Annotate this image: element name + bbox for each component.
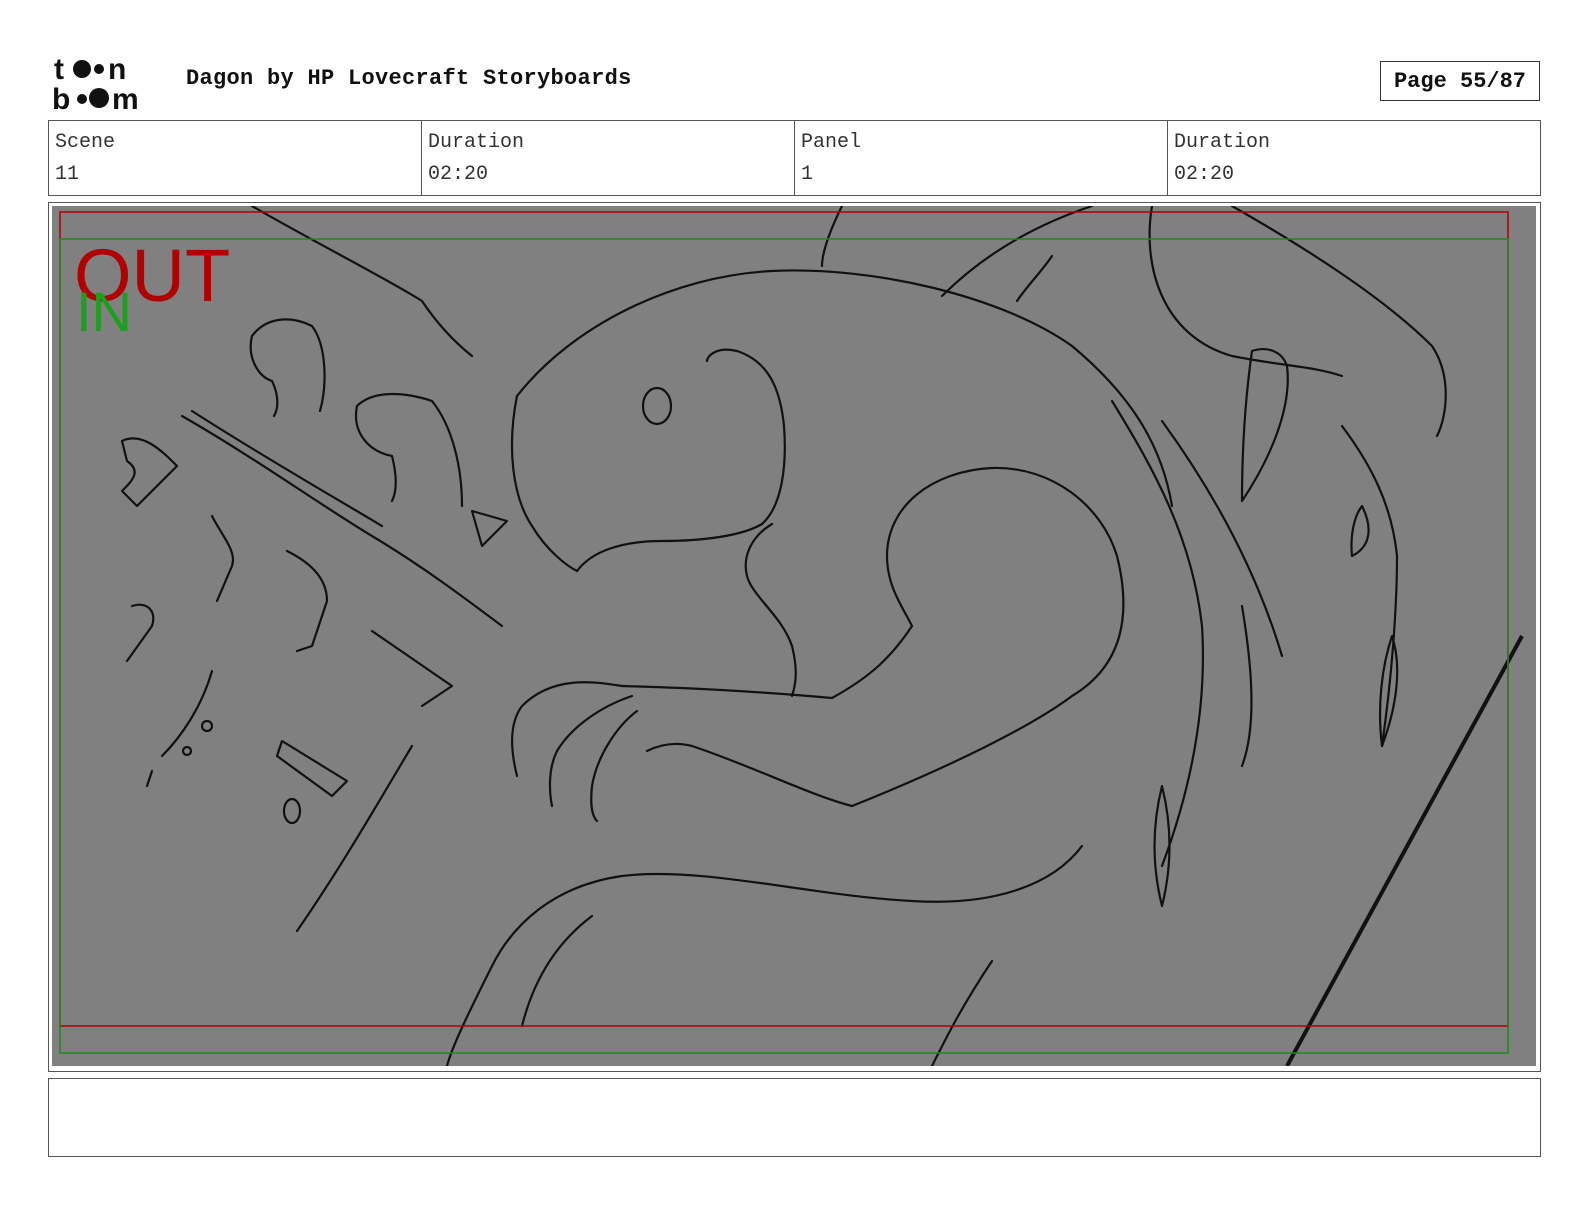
- scene-value: 11: [55, 163, 80, 186]
- panel-notes-box: [48, 1078, 1541, 1157]
- document-title: Dagon by HP Lovecraft Storyboards: [186, 66, 632, 91]
- svg-text:b: b: [52, 83, 70, 112]
- panel-label: Panel: [801, 131, 862, 154]
- panel-duration-value: 02:20: [1174, 163, 1235, 186]
- panel-background: [52, 206, 1536, 1066]
- panel-duration-cell: Duration 02:20: [1168, 121, 1540, 195]
- page-indicator: Page 55/87: [1380, 61, 1540, 101]
- scene-duration-cell: Duration 02:20: [422, 121, 795, 195]
- panel-value: 1: [801, 163, 814, 186]
- scene-duration-value: 02:20: [428, 163, 489, 186]
- svg-text:m: m: [112, 83, 139, 112]
- svg-text:t: t: [54, 53, 64, 86]
- scene-label: Scene: [55, 131, 116, 154]
- scene-duration-label: Duration: [428, 131, 525, 154]
- scene-info-row: Scene 11 Duration 02:20 Panel 1 Duration…: [48, 120, 1541, 196]
- toonboom-logo: t n b m: [52, 52, 164, 116]
- svg-text:n: n: [108, 53, 126, 86]
- scene-cell: Scene 11: [49, 121, 422, 195]
- panel-notes-text: [49, 1079, 1540, 1095]
- panel-sketch: OUT IN: [52, 206, 1536, 1066]
- panel-cell: Panel 1: [795, 121, 1168, 195]
- panel-frame: OUT IN: [48, 202, 1541, 1072]
- in-label: IN: [76, 280, 132, 343]
- panel-duration-label: Duration: [1174, 131, 1271, 154]
